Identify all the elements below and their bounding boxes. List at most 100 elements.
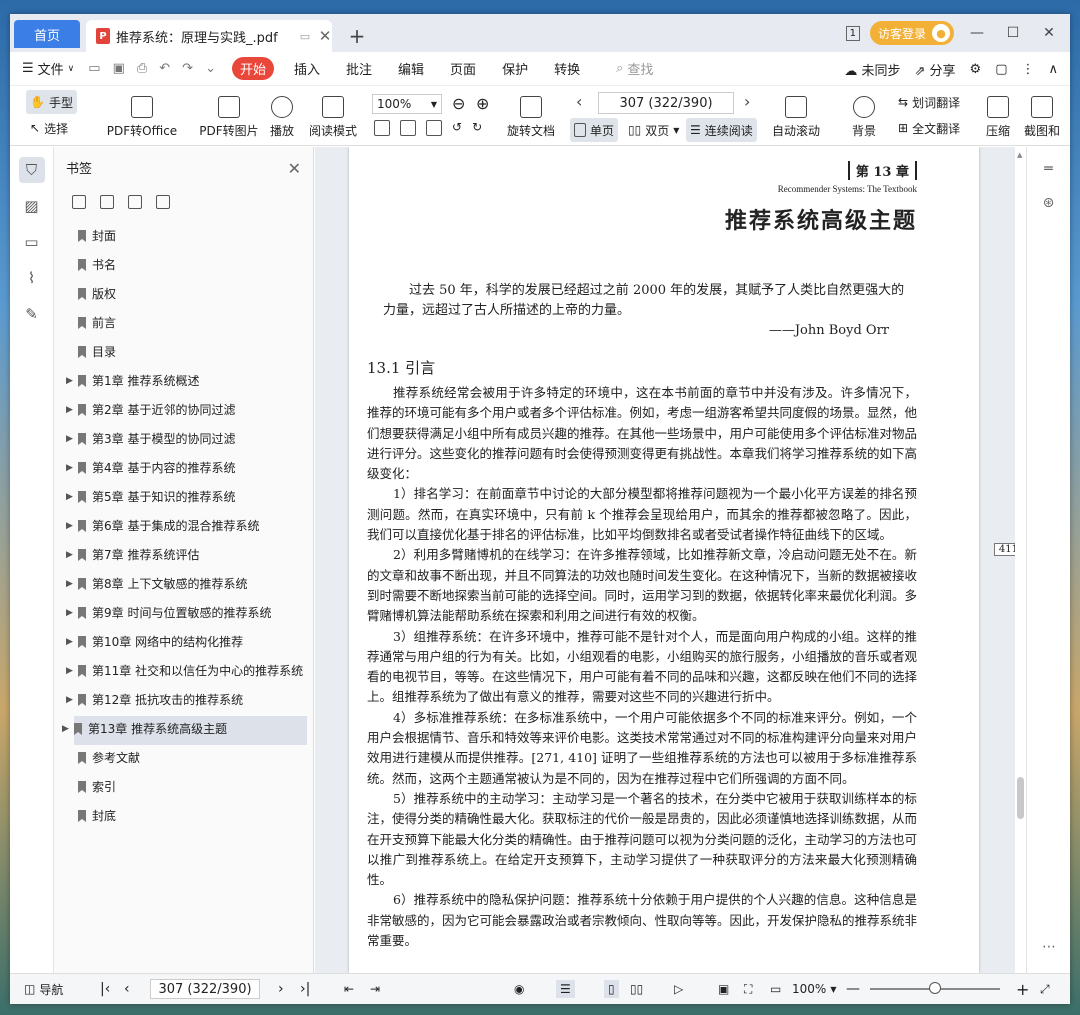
tab-document[interactable]: P 推荐系统：原理与实践_.pdf ▭ ✕ [86, 20, 332, 52]
select-tool-button[interactable]: ↖ 选择 [26, 116, 72, 140]
bookmark-item[interactable]: ▶ 第1章 推荐系统概述 [54, 368, 313, 397]
status-page-input[interactable]: 307 (322/390) [150, 979, 260, 999]
document-viewport[interactable]: 第 13 章 Recommender Systems: The Textbook… [315, 147, 1015, 973]
forward-icon[interactable]: ⇥ [370, 982, 380, 996]
pdf-to-office-button[interactable]: PDF转Office [102, 92, 182, 142]
more-dropdown-icon[interactable]: ⌄ [205, 61, 216, 76]
word-translate-button[interactable]: ⇆ 划词翻译 [894, 90, 964, 114]
rotate-right-icon[interactable]: ↻ [472, 120, 482, 136]
actual-size-status-icon[interactable]: ▣ [718, 982, 729, 996]
search-box[interactable]: ⌕ 查找 [616, 59, 653, 78]
file-menu[interactable]: ☰ 文件 ∨ [22, 59, 74, 78]
expand-arrow-icon[interactable]: ▶ [66, 374, 78, 386]
screenshot-button[interactable]: 截图和 [1022, 92, 1062, 142]
expand-arrow-icon[interactable]: ▶ [62, 722, 74, 734]
back-icon[interactable]: ⇤ [344, 982, 354, 996]
scrollbar-thumb[interactable] [1017, 777, 1024, 819]
fit-width-icon[interactable] [426, 120, 442, 136]
attachment-icon[interactable]: ⌇ [19, 265, 45, 291]
workspace-badge[interactable]: 1 [845, 25, 860, 41]
page-number-input[interactable]: 307 (322/390) [598, 92, 734, 114]
fit-page-status-icon[interactable]: ⛶ [744, 982, 752, 997]
close-panel-icon[interactable]: ✕ [288, 159, 301, 178]
tab-home[interactable]: 首页 [14, 20, 80, 48]
expand-arrow-icon[interactable]: ▶ [66, 664, 78, 676]
menu-tab-convert[interactable]: 转换 [554, 59, 580, 78]
fit-width-status-icon[interactable]: ▭ [770, 982, 781, 996]
bookmark-item[interactable]: 封底 [54, 803, 313, 832]
last-page-icon[interactable]: ›| [300, 981, 310, 997]
expand-arrow-icon[interactable]: ▶ [66, 432, 78, 444]
save-icon[interactable]: ▣ [113, 61, 125, 76]
navigation-toggle[interactable]: ◫ 导航 [24, 981, 63, 998]
settings-icon[interactable]: ⚙ [970, 62, 982, 77]
zoom-slider[interactable] [870, 982, 1000, 994]
fit-page-icon[interactable] [400, 120, 416, 136]
bookmark-item[interactable]: ▶ 第9章 时间与位置敏感的推荐系统 [54, 600, 313, 629]
next-page-icon[interactable]: › [744, 92, 750, 111]
double-status-icon[interactable]: ▯▯ [630, 982, 643, 996]
bookmark-item[interactable]: ▶ 第6章 基于集成的混合推荐系统 [54, 513, 313, 542]
expand-all-icon[interactable] [72, 195, 86, 209]
expand-arrow-icon[interactable]: ▶ [66, 461, 78, 473]
close-window-icon[interactable]: ✕ [1036, 25, 1062, 41]
rotate-document-button[interactable]: 旋转文档 [504, 92, 558, 142]
menu-tab-insert[interactable]: 插入 [294, 59, 320, 78]
compress-button[interactable]: 压缩 [980, 92, 1016, 142]
bookmark-item[interactable]: ▶ 第7章 推荐系统评估 [54, 542, 313, 571]
bookmark-item[interactable]: 索引 [54, 774, 313, 803]
zoom-select[interactable]: 100% ▼ [372, 94, 442, 114]
bookmark-item[interactable]: ▶ 第4章 基于内容的推荐系统 [54, 455, 313, 484]
thumbnail-icon[interactable]: ▨ [19, 193, 45, 219]
properties-icon[interactable]: ═ [1037, 157, 1061, 181]
menu-tab-start[interactable]: 开始 [231, 57, 274, 80]
menu-tab-protect[interactable]: 保护 [502, 59, 528, 78]
expand-arrow-icon[interactable]: ▶ [66, 490, 78, 502]
continuous-reading-button[interactable]: ☰ 连续阅读 [686, 118, 757, 142]
guest-login-button[interactable]: 访客登录 ● [869, 21, 954, 45]
fullscreen-icon[interactable]: ⤢ [1040, 982, 1050, 997]
continuous-status-icon[interactable]: ☰ [556, 980, 575, 998]
print-icon[interactable]: ⎙ [137, 61, 147, 76]
bookmark-item[interactable]: ▶ 第3章 基于模型的协同过滤 [54, 426, 313, 455]
zoom-out-status-icon[interactable]: — [846, 981, 860, 997]
expand-arrow-icon[interactable]: ▶ [66, 548, 78, 560]
zoom-in-status-icon[interactable]: + [1016, 980, 1029, 999]
bookmark-item[interactable]: ▶ 第5章 基于知识的推荐系统 [54, 484, 313, 513]
collapse-ribbon-icon[interactable]: ∧ [1048, 62, 1058, 77]
bookmark-item[interactable]: ▶ 第10章 网络中的结构化推荐 [54, 629, 313, 658]
bookmark-item[interactable]: 前言 [54, 310, 313, 339]
expand-arrow-icon[interactable]: ▶ [66, 577, 78, 589]
menu-tab-annotate[interactable]: 批注 [346, 59, 372, 78]
bookmark-item[interactable]: 书名 [54, 252, 313, 281]
prev-page-icon[interactable]: ‹ [576, 92, 582, 111]
single-status-icon[interactable]: ▯ [604, 980, 619, 998]
expand-arrow-icon[interactable]: ▶ [66, 519, 78, 531]
expand-arrow-icon[interactable]: ▶ [66, 635, 78, 647]
scroll-up-icon[interactable]: ▲ [1017, 151, 1022, 159]
bookmark-item[interactable]: ▶ 第8章 上下文敏感的推荐系统 [54, 571, 313, 600]
expand-arrow-icon[interactable]: ▶ [66, 403, 78, 415]
share-button[interactable]: ⇗ 分享 [914, 60, 955, 79]
double-page-button[interactable]: ▯▯ 双页 ▼ [624, 118, 683, 142]
bookmark-item[interactable]: 参考文献 [54, 745, 313, 774]
minimize-icon[interactable]: — [964, 25, 990, 41]
single-page-button[interactable]: 单页 [570, 118, 619, 142]
bookmark-item[interactable]: ▶ 第12章 抵抗攻击的推荐系统 [54, 687, 313, 716]
zoom-out-icon[interactable]: ⊖ [452, 94, 465, 113]
sync-status[interactable]: ☁ 未同步 [844, 60, 900, 79]
undo-icon[interactable]: ↶ [159, 61, 170, 76]
pin-icon[interactable]: ▭ [298, 30, 312, 43]
actual-size-icon[interactable] [374, 120, 390, 136]
redo-icon[interactable]: ↷ [182, 61, 193, 76]
bookmark-item[interactable]: 版权 [54, 281, 313, 310]
play-status-icon[interactable]: ▷ [674, 982, 683, 996]
more-icon[interactable]: ⋮ [1021, 62, 1034, 77]
find-text-icon[interactable]: ⊛ [1037, 191, 1061, 215]
zoom-slider-knob[interactable] [929, 982, 941, 994]
add-bookmark-icon[interactable] [128, 195, 142, 209]
bookmark-panel-icon[interactable]: ⛉ [18, 157, 45, 183]
comment-icon[interactable]: ▢ [995, 62, 1007, 77]
eye-protect-icon[interactable]: ◉ [514, 982, 524, 996]
next-page-status-icon[interactable]: › [278, 981, 284, 997]
